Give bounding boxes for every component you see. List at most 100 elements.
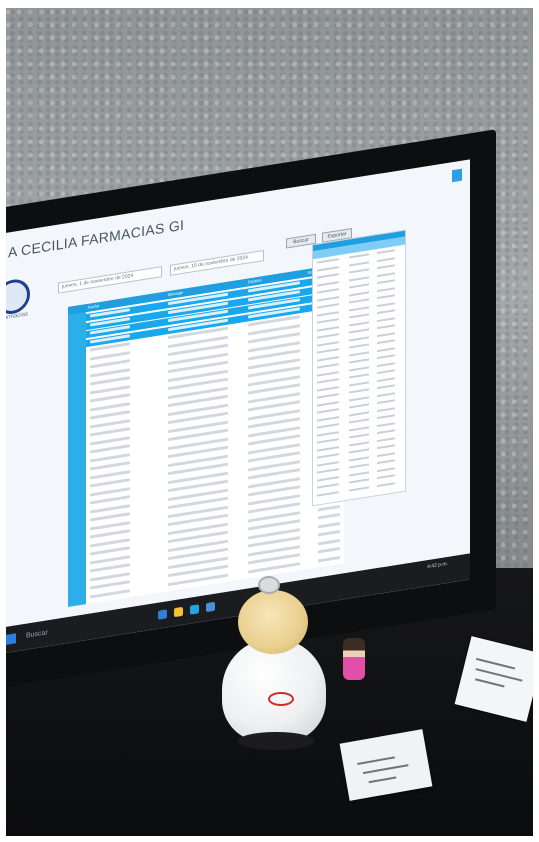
close-icon[interactable] (452, 168, 462, 183)
summary-cell (377, 309, 395, 315)
summary-cell (317, 265, 339, 272)
monitor-screen: A CECILIA FARMACIAS GI Farmacias jueves,… (6, 159, 470, 654)
taskbar-app-icon[interactable] (158, 609, 167, 620)
summary-cell (349, 403, 369, 409)
summary-cell (377, 271, 395, 277)
summary-cell (317, 333, 339, 339)
summary-cell (377, 264, 395, 270)
doctor-head-mirror (258, 576, 280, 594)
results-table: Fecha Mensaje Destino Estado (68, 263, 344, 608)
summary-cell (317, 370, 339, 377)
summary-cell (377, 279, 395, 285)
summary-cell (349, 350, 369, 357)
summary-cell (317, 348, 339, 354)
summary-cell (349, 380, 369, 387)
summary-cell (317, 310, 339, 317)
header-fecha: Fecha (88, 303, 100, 310)
summary-cell (317, 295, 339, 302)
row-header-strip (68, 304, 86, 608)
summary-cell (317, 378, 339, 384)
summary-cell (317, 430, 339, 437)
windows-start-icon[interactable] (6, 633, 16, 645)
photo-frame: A CECILIA FARMACIAS GI Farmacias jueves,… (6, 8, 533, 836)
store-icon[interactable] (206, 601, 215, 613)
summary-cell (349, 470, 369, 477)
summary-cell (349, 455, 369, 462)
summary-cell (377, 459, 395, 465)
summary-cell (349, 388, 369, 394)
summary-cell (377, 316, 395, 322)
summary-cell (349, 410, 369, 417)
summary-cell (317, 280, 339, 287)
figurine-base (238, 732, 314, 750)
summary-cell (317, 385, 339, 392)
summary-cell (377, 361, 395, 367)
summary-cell (377, 481, 395, 487)
summary-cell (377, 346, 395, 352)
summary-cell (377, 414, 395, 420)
edge-icon[interactable] (190, 604, 199, 615)
summary-cell (349, 275, 369, 282)
summary-cell (317, 325, 339, 332)
summary-cell (377, 474, 395, 480)
summary-cell (349, 335, 369, 342)
summary-cell (349, 313, 369, 319)
summary-cell (317, 363, 339, 369)
summary-cell (377, 384, 395, 390)
summary-cell (349, 298, 369, 304)
summary-cell (317, 468, 339, 474)
table-cell (318, 546, 340, 554)
header-destino: Destino (248, 277, 262, 285)
summary-cell (317, 475, 339, 482)
summary-cell (377, 376, 395, 382)
table-cell (318, 504, 340, 511)
summary-cell (317, 258, 339, 264)
summary-cell (317, 393, 339, 399)
summary-cell (377, 339, 395, 345)
summary-cell (377, 391, 395, 397)
summary-cell (377, 301, 395, 307)
summary-cell (317, 340, 339, 347)
summary-cell (377, 324, 395, 330)
summary-cell (317, 483, 339, 489)
table-cell (318, 529, 340, 537)
summary-cell (317, 423, 339, 429)
summary-cell (349, 283, 369, 289)
date-to-field[interactable]: jueves, 15 de noviembre de 2024 (170, 249, 264, 276)
summary-cell (377, 444, 395, 450)
summary-cell (349, 343, 369, 349)
summary-cell (349, 395, 369, 402)
summary-cell (317, 490, 339, 497)
summary-cell (349, 440, 369, 447)
summary-cell (349, 485, 369, 492)
summary-cell (317, 355, 339, 362)
summary-cell (349, 358, 369, 364)
summary-cell (349, 418, 369, 424)
taskbar-search[interactable]: Buscar (26, 629, 48, 639)
summary-cell (349, 373, 369, 379)
date-from-field[interactable]: jueves, 1 de noviembre de 2024 (58, 266, 162, 294)
folder-icon[interactable] (174, 606, 183, 618)
summary-cell (377, 369, 395, 375)
summary-cell (349, 425, 369, 432)
summary-cell (377, 331, 395, 337)
summary-cell (377, 286, 395, 292)
summary-cell (317, 445, 339, 452)
header-mensaje: Mensaje (168, 289, 184, 298)
summary-cell (349, 328, 369, 334)
summary-cell (349, 253, 369, 259)
summary-cell (317, 460, 339, 467)
summary-table (312, 229, 406, 507)
summary-cell (377, 256, 395, 262)
summary-cell (317, 453, 339, 459)
summary-cell (349, 260, 369, 267)
summary-cell (377, 429, 395, 435)
summary-cell (317, 415, 339, 422)
summary-cell (377, 399, 395, 405)
table-cell (318, 538, 340, 545)
summary-cell (377, 451, 395, 457)
small-pink-figurine (343, 638, 365, 680)
summary-cell (349, 478, 369, 484)
summary-cell (317, 438, 339, 444)
summary-cell (317, 408, 339, 414)
